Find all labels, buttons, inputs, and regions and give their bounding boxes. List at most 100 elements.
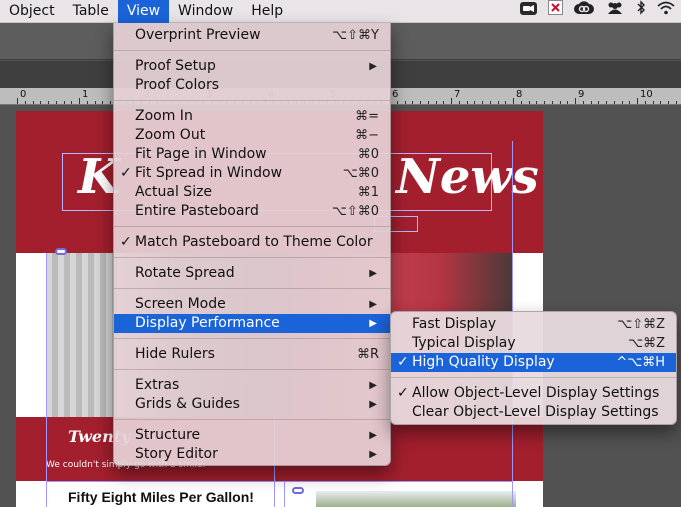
menu-item-clear-object-level[interactable]: Clear Object-Level Display Settings <box>391 403 676 422</box>
menu-bar: Object Table View Window Help <box>0 0 681 23</box>
menu-item-fit-spread[interactable]: ✓ Fit Spread in Window ⌥⌘0 <box>114 164 390 183</box>
menu-object[interactable]: Object <box>0 0 64 23</box>
ruler-minor-tick <box>86 101 88 104</box>
submenu-arrow-icon: ▶ <box>369 399 377 410</box>
menu-item-fast-display[interactable]: Fast Display ⌥⇧⌘Z <box>391 315 676 334</box>
menu-view[interactable]: View <box>117 0 170 23</box>
menu-table[interactable]: Table <box>64 0 118 23</box>
ruler-minor-tick <box>32 101 34 104</box>
ruler-minor-tick <box>559 101 561 104</box>
ruler-minor-tick <box>520 101 522 104</box>
ruler-minor-tick <box>528 101 530 104</box>
menu-item-typical-display[interactable]: Typical Display ⌥⌘Z <box>391 334 676 353</box>
menu-item-allow-object-level[interactable]: ✓ Allow Object-Level Display Settings <box>391 384 676 403</box>
ruler-label: 0 <box>20 89 27 100</box>
menu-help[interactable]: Help <box>242 0 292 23</box>
ruler-minor-tick <box>644 101 646 104</box>
ruler-minor-tick <box>590 101 592 104</box>
ruler-minor-tick <box>24 101 26 104</box>
ruler-minor-tick <box>110 101 111 104</box>
ruler-major-tick <box>79 98 80 104</box>
checkmark-icon: ✓ <box>120 165 132 181</box>
display-performance-submenu: Fast Display ⌥⇧⌘Z Typical Display ⌥⌘Z ✓ … <box>390 311 677 425</box>
checkmark-icon: ✓ <box>397 385 409 401</box>
ruler-minor-tick <box>40 101 42 104</box>
ruler-label: 1 <box>82 89 89 100</box>
menu-item-overprint-preview[interactable]: Overprint Preview ⌥⇧⌘Y <box>114 26 390 45</box>
ruler-minor-tick <box>404 101 406 104</box>
ruler-major-tick <box>451 98 452 104</box>
ruler-major-tick <box>637 98 638 104</box>
checkmark-icon: ✓ <box>120 234 132 250</box>
ruler-label: 6 <box>392 89 399 100</box>
menu-item-zoom-in[interactable]: Zoom In ⌘= <box>114 107 390 126</box>
ruler-minor-tick <box>458 101 460 104</box>
menu-item-match-pasteboard[interactable]: ✓ Match Pasteboard to Theme Color <box>114 233 390 252</box>
masthead-title-right: News <box>396 149 539 205</box>
ruler-minor-tick <box>55 101 57 104</box>
guide-line <box>284 481 285 507</box>
ruler-minor-tick <box>466 101 468 104</box>
ruler-minor-tick <box>94 101 96 104</box>
users-icon[interactable] <box>605 0 625 23</box>
ruler-minor-tick <box>606 101 607 104</box>
menu-item-story-editor[interactable]: Story Editor ▶ <box>114 445 390 464</box>
ruler-minor-tick <box>551 101 553 104</box>
menu-item-high-quality-display[interactable]: ✓ High Quality Display ^⌥⌘H <box>391 353 676 372</box>
menu-item-actual-size[interactable]: Actual Size ⌘1 <box>114 183 390 202</box>
submenu-arrow-icon: ▶ <box>369 380 377 391</box>
ruler-minor-tick <box>71 101 73 104</box>
menu-item-hide-rulers[interactable]: Hide Rulers ⌘R <box>114 345 390 364</box>
link-icon[interactable] <box>292 487 304 494</box>
creative-cloud-icon[interactable] <box>574 0 594 23</box>
menu-window[interactable]: Window <box>169 0 242 23</box>
ruler-minor-tick <box>675 101 677 104</box>
wifi-icon[interactable] <box>657 0 675 23</box>
ruler-minor-tick <box>652 101 654 104</box>
ruler-minor-tick <box>582 101 584 104</box>
menu-item-extras[interactable]: Extras ▶ <box>114 376 390 395</box>
ruler-minor-tick <box>474 101 476 104</box>
menu-item-proof-colors[interactable]: Proof Colors <box>114 76 390 95</box>
bluetooth-icon[interactable] <box>636 0 646 23</box>
ruler-minor-tick <box>420 101 421 104</box>
ruler-minor-tick <box>482 101 483 104</box>
link-icon[interactable] <box>55 248 67 255</box>
menu-item-structure[interactable]: Structure ▶ <box>114 426 390 445</box>
ruler-major-tick <box>17 98 18 104</box>
ruler-minor-tick <box>63 101 65 104</box>
checkmark-icon: ✓ <box>397 354 409 370</box>
status-icons <box>520 0 675 23</box>
ruler-minor-tick <box>489 101 491 104</box>
submenu-arrow-icon: ▶ <box>369 268 377 279</box>
menu-item-proof-setup[interactable]: Proof Setup ▶ <box>114 57 390 76</box>
ruler-minor-tick <box>544 101 545 104</box>
ruler-minor-tick <box>48 101 49 104</box>
ruler-minor-tick <box>536 101 538 104</box>
tree-photo[interactable] <box>316 491 516 507</box>
submenu-arrow-icon: ▶ <box>369 449 377 460</box>
menu-item-zoom-out[interactable]: Zoom Out ⌘− <box>114 126 390 145</box>
ruler-minor-tick <box>621 101 623 104</box>
ruler-label: 10 <box>640 89 653 100</box>
menu-item-rotate-spread[interactable]: Rotate Spread ▶ <box>114 264 390 283</box>
menu-item-display-performance[interactable]: Display Performance ▶ <box>114 314 390 333</box>
zoom-icon[interactable] <box>520 0 537 23</box>
adobe-icon[interactable] <box>548 0 563 23</box>
view-menu: Overprint Preview ⌥⇧⌘Y Proof Setup ▶ Pro… <box>113 23 391 466</box>
menu-item-entire-pasteboard[interactable]: Entire Pasteboard ⌥⇧⌘0 <box>114 202 390 221</box>
ruler-minor-tick <box>660 101 662 104</box>
ruler-minor-tick <box>567 101 569 104</box>
ruler-minor-tick <box>102 101 104 104</box>
ruler-minor-tick <box>505 101 507 104</box>
ruler-minor-tick <box>668 101 669 104</box>
submenu-arrow-icon: ▶ <box>369 318 377 329</box>
menu-item-screen-mode[interactable]: Screen Mode ▶ <box>114 295 390 314</box>
ruler-minor-tick <box>497 101 499 104</box>
guide-line <box>46 481 512 482</box>
menu-item-fit-page[interactable]: Fit Page in Window ⌘0 <box>114 145 390 164</box>
submenu-arrow-icon: ▶ <box>369 61 377 72</box>
ruler-major-tick <box>575 98 576 104</box>
menu-item-grids-guides[interactable]: Grids & Guides ▶ <box>114 395 390 414</box>
ruler-label: 7 <box>454 89 461 100</box>
